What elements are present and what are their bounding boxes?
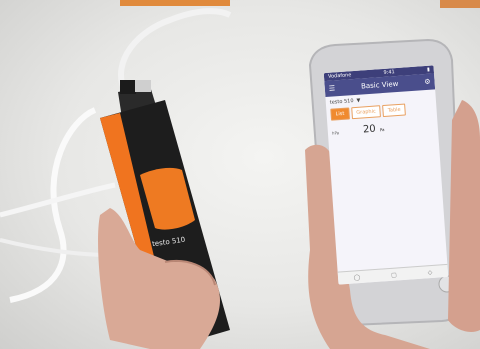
tab-list[interactable]: List <box>330 107 350 121</box>
clock: 9:41 <box>383 69 395 76</box>
info-icon[interactable]: ◇ <box>427 269 432 276</box>
reading-value: 20 <box>362 123 377 136</box>
tube <box>118 8 232 94</box>
tube <box>0 238 111 257</box>
top-object-right <box>440 0 480 8</box>
device-name: testo 510 <box>329 98 354 106</box>
settings-icon[interactable]: ⚙ <box>424 78 431 86</box>
phone-screen: Vodafone 9:41 ▮ ☰ Basic View ⚙ testo 510… <box>323 65 449 285</box>
home-icon[interactable]: ◯ <box>353 274 360 281</box>
photo-scene: testo 510 Vodafone 9:41 ▮ ☰ Basic View ⚙… <box>0 0 480 349</box>
tab-graphic[interactable]: Graphic <box>350 105 382 120</box>
reading-unit: Pa <box>379 127 385 133</box>
tab-table[interactable]: Table <box>382 103 407 118</box>
chevron-down-icon: ▼ <box>356 97 361 104</box>
battery-icon: ▮ <box>426 66 430 73</box>
reading-label: hPa <box>331 130 340 136</box>
share-icon[interactable]: ▢ <box>391 271 397 278</box>
top-object <box>120 0 230 6</box>
tube <box>9 107 97 303</box>
